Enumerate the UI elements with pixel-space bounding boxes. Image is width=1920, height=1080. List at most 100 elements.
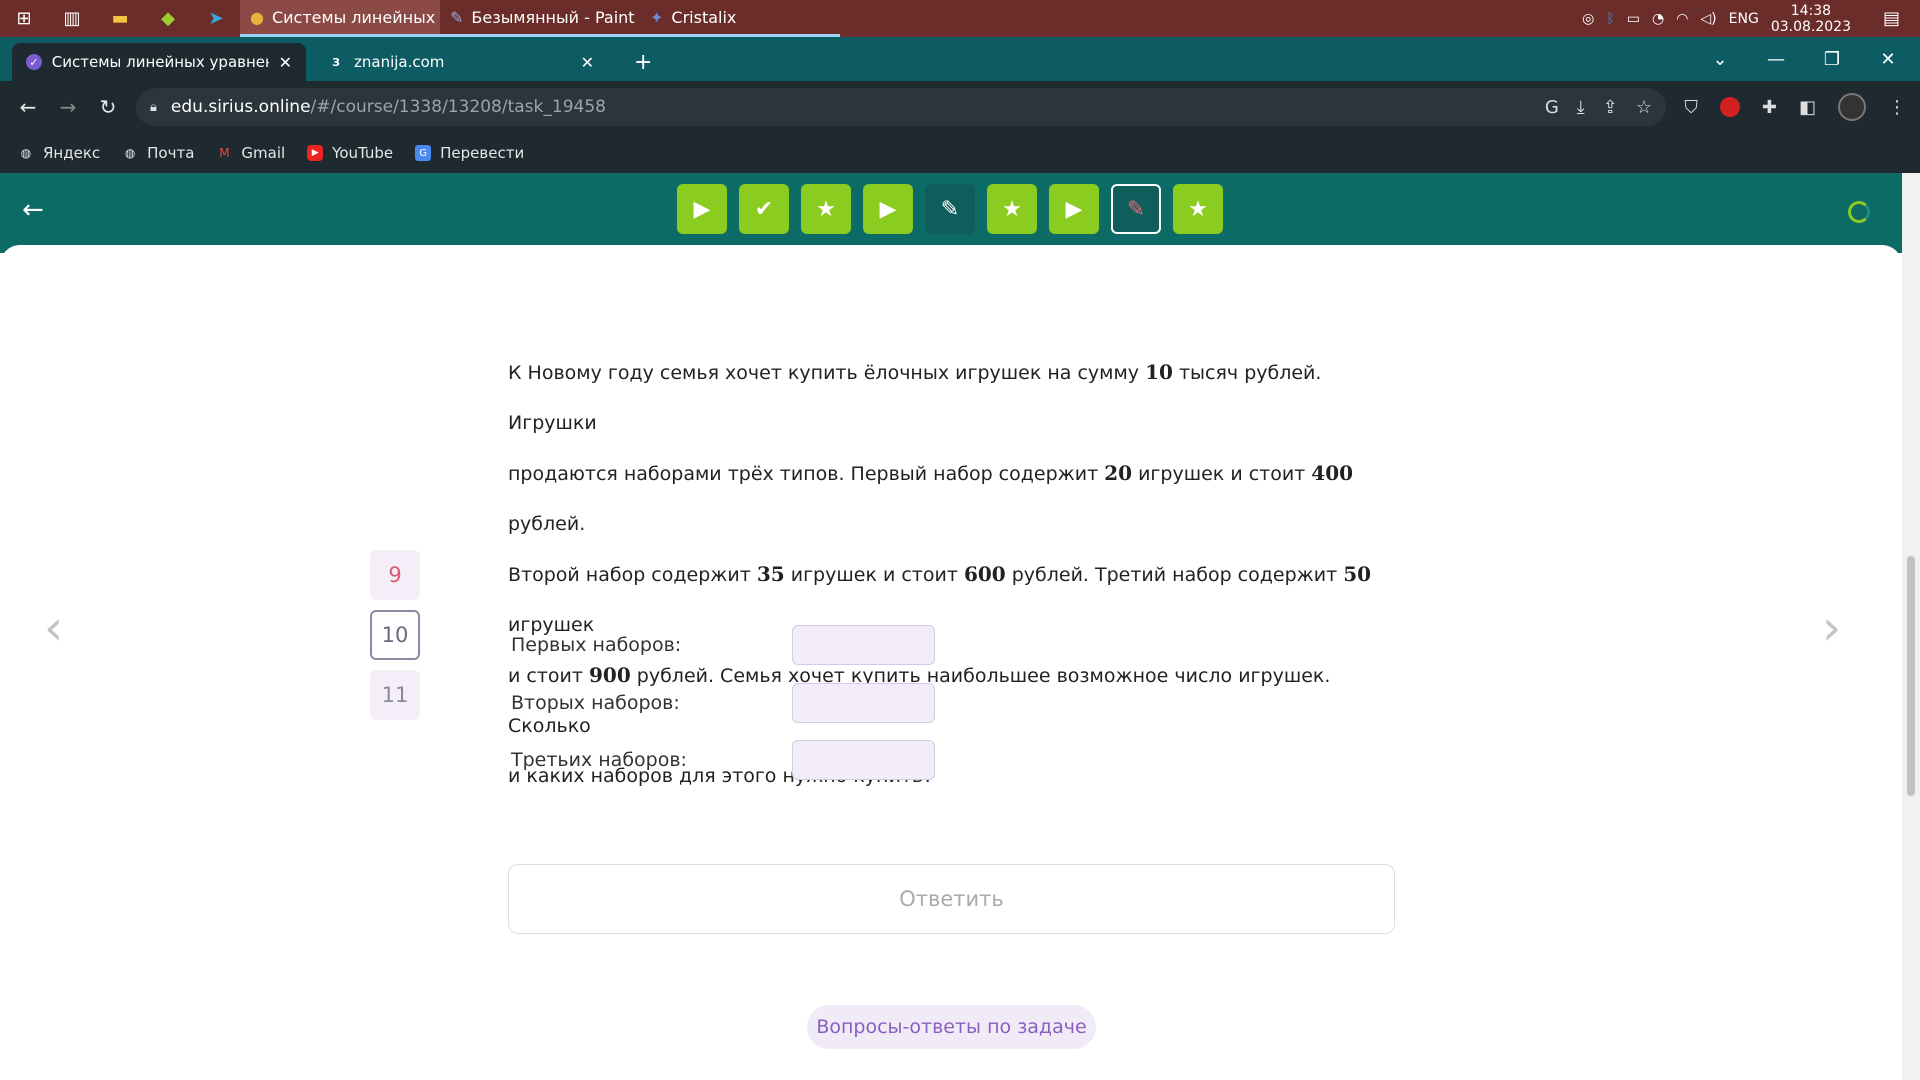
minimize-icon[interactable]: —: [1748, 37, 1804, 81]
check-icon: ✔: [754, 196, 774, 222]
problem-nav-prev[interactable]: 9: [370, 550, 420, 600]
task-btn-5[interactable]: ✎: [925, 184, 975, 234]
extensions-area: ⛉ ✚ ◧ ⋮: [1684, 87, 1906, 127]
close-tab-icon[interactable]: ✕: [581, 53, 594, 72]
bookmark-youtube[interactable]: ▶ YouTube: [307, 144, 393, 162]
task-btn-1[interactable]: ▶: [677, 184, 727, 234]
clock-date: 03.08.2023: [1770, 18, 1851, 35]
new-tab-button[interactable]: +: [620, 43, 666, 81]
task-btn-7[interactable]: ▶: [1049, 184, 1099, 234]
pencil-icon: ✎: [940, 196, 960, 222]
number: 20: [1104, 461, 1133, 485]
task-view-icon[interactable]: ▥: [48, 0, 96, 37]
restore-icon[interactable]: ❐: [1804, 37, 1860, 81]
tab-title: znanija.com: [354, 53, 445, 71]
text: игрушек и стоит: [784, 564, 964, 586]
task-btn-3[interactable]: ★: [801, 184, 851, 234]
bookmark-gmail[interactable]: M Gmail: [216, 144, 285, 162]
task-btn-4[interactable]: ▶: [863, 184, 913, 234]
bluetooth-icon[interactable]: ᛒ: [1606, 11, 1614, 27]
puzzle-icon[interactable]: ✚: [1762, 97, 1777, 118]
url-path: /#/course/1338/13208/task_19458: [310, 97, 606, 117]
problem-nav-current[interactable]: 10: [370, 610, 420, 660]
network-icon[interactable]: ◔: [1652, 11, 1664, 27]
third-sets-input[interactable]: [792, 740, 935, 780]
answer-button[interactable]: Ответить: [508, 864, 1395, 934]
close-tab-icon[interactable]: ✕: [279, 53, 292, 72]
language-indicator[interactable]: ENG: [1729, 11, 1759, 27]
volume-icon[interactable]: ◁): [1700, 11, 1716, 27]
url-host: edu.sirius.online: [170, 97, 311, 117]
back-arrow-icon[interactable]: ←: [22, 195, 44, 225]
bookmark-label: Перевести: [440, 144, 525, 162]
wifi-icon[interactable]: ◠: [1676, 11, 1688, 27]
omnibox-actions: G ⤓ ⇪ ☆: [1545, 88, 1652, 126]
taskbar-app-cristalix[interactable]: ✦ Cristalix: [640, 0, 840, 37]
bookmarks-bar: ◍ Яндекс ◍ Почта M Gmail ▶ YouTube G Пер…: [0, 133, 1920, 173]
screen-record-icon[interactable]: ◎: [1582, 11, 1594, 27]
taskbar-app-chrome[interactable]: ● Системы линейных ...: [240, 0, 440, 37]
star-icon: ★: [1002, 196, 1022, 222]
gmail-icon: M: [219, 146, 230, 160]
play-icon: ▶: [879, 196, 897, 222]
sidepanel-icon[interactable]: ◧: [1799, 97, 1816, 118]
browser-toolbar: ← → ↻ 🔒︎ edu.sirius.online /#/course/133…: [0, 81, 1920, 133]
reload-icon[interactable]: ↻: [88, 87, 128, 127]
game-launcher-icon[interactable]: ◆: [144, 0, 192, 37]
bookmark-mail[interactable]: ◍ Почта: [122, 144, 195, 162]
number: 35: [756, 562, 785, 586]
prev-task-arrow-icon[interactable]: ‹: [44, 600, 63, 656]
tab-title: Системы линейных уравнений: [51, 53, 269, 71]
text: К Новому году семья хочет купить ёлочных…: [508, 362, 1146, 384]
bookmark-label: Почта: [147, 144, 195, 162]
google-icon[interactable]: G: [1545, 97, 1559, 118]
bookmark-label: YouTube: [332, 144, 394, 162]
battery-icon[interactable]: ▭: [1627, 11, 1640, 27]
task-btn-2[interactable]: ✔: [739, 184, 789, 234]
task-qa-button[interactable]: Вопросы-ответы по задаче: [807, 1005, 1096, 1049]
znanija-icon: З: [332, 55, 340, 69]
share-icon[interactable]: ⇪: [1603, 97, 1618, 118]
progress-ring-icon: [1848, 201, 1870, 223]
tab-znanija[interactable]: З znanija.com ✕: [314, 43, 608, 81]
tab-sirius[interactable]: ✓ Системы линейных уравнений ✕: [12, 43, 306, 81]
notifications-icon[interactable]: ▤: [1883, 8, 1900, 29]
task-btn-8-current[interactable]: ✎: [1111, 184, 1161, 234]
tab-search-icon[interactable]: ⌄: [1692, 37, 1748, 81]
close-window-icon[interactable]: ✕: [1860, 37, 1916, 81]
problem-nav-next[interactable]: 11: [370, 670, 420, 720]
second-sets-input[interactable]: [792, 683, 935, 723]
page-scrollbar[interactable]: [1902, 173, 1920, 1080]
translate-icon: G: [415, 145, 432, 161]
next-task-arrow-icon[interactable]: ›: [1822, 600, 1841, 656]
field-first-sets: Первых наборов:: [511, 625, 935, 665]
shield-icon[interactable]: ⛉: [1684, 97, 1698, 118]
profile-avatar[interactable]: [1838, 93, 1866, 121]
bookmark-yandex[interactable]: ◍ Яндекс: [18, 144, 100, 162]
address-bar[interactable]: 🔒︎ edu.sirius.online /#/course/1338/1320…: [136, 88, 1666, 126]
scrollbar-thumb[interactable]: [1907, 556, 1915, 796]
text: продаются наборами трёх типов. Первый на…: [508, 463, 1105, 485]
install-icon[interactable]: ⤓: [1577, 97, 1585, 118]
bookmark-star-icon[interactable]: ☆: [1636, 97, 1652, 118]
number: 10: [1145, 360, 1173, 384]
bookmark-label: Яндекс: [43, 144, 101, 162]
number: 400: [1311, 461, 1354, 485]
clock[interactable]: 14:38 03.08.2023: [1771, 3, 1851, 35]
taskbar-app-paint[interactable]: ✎ Безымянный - Paint: [440, 0, 640, 37]
menu-icon[interactable]: ⋮: [1888, 97, 1906, 118]
chrome-icon: ●: [250, 7, 264, 27]
star-icon: ★: [1188, 196, 1208, 222]
task-btn-6[interactable]: ★: [987, 184, 1037, 234]
bookmark-translate[interactable]: G Перевести: [415, 144, 524, 162]
pencil-icon: ✎: [1126, 196, 1146, 222]
first-sets-input[interactable]: [792, 625, 935, 665]
task-btn-9[interactable]: ★: [1173, 184, 1223, 234]
forward-icon[interactable]: →: [48, 87, 88, 127]
telegram-icon[interactable]: ➤: [192, 0, 240, 37]
problem-line: К Новому году семья хочет купить ёлочных…: [508, 347, 1388, 448]
windows-start-icon[interactable]: ⊞: [0, 0, 48, 37]
back-icon[interactable]: ←: [8, 87, 48, 127]
file-explorer-icon[interactable]: ▬: [96, 0, 144, 37]
extension-red-icon[interactable]: [1719, 97, 1740, 117]
